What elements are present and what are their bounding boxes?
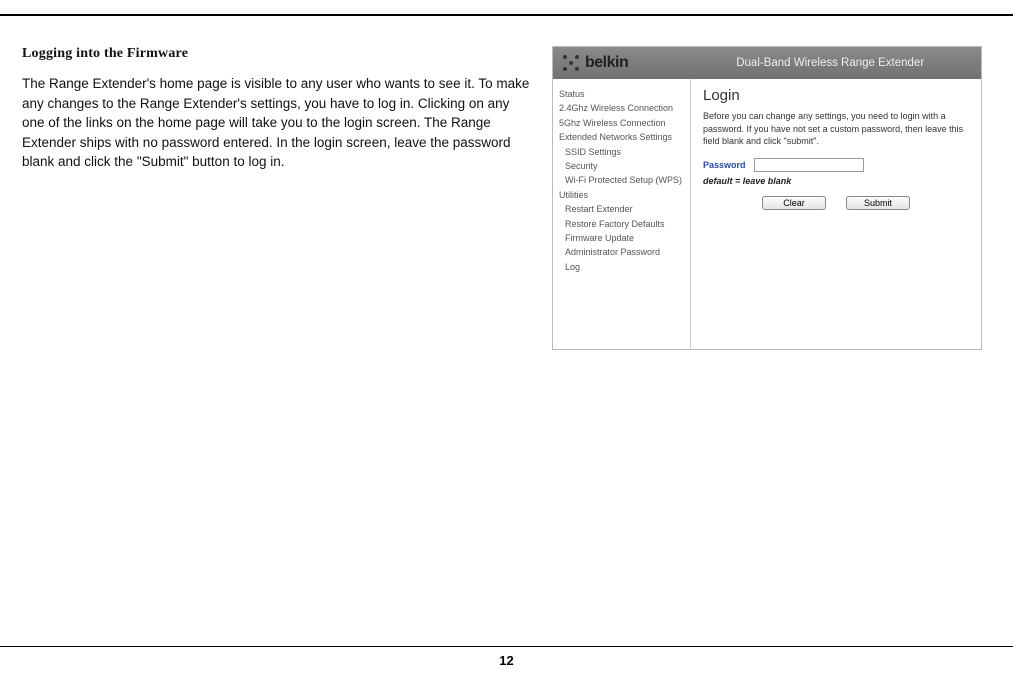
sidebar-item-admin-pw[interactable]: Administrator Password (559, 245, 686, 259)
password-label: Password (703, 160, 746, 170)
sidebar-item-restart[interactable]: Restart Extender (559, 202, 686, 216)
clear-button[interactable]: Clear (762, 196, 826, 210)
sidebar-item-wps[interactable]: Wi-Fi Protected Setup (WPS) (559, 173, 686, 187)
submit-button[interactable]: Submit (846, 196, 910, 210)
body-text: The Range Extender's home page is visibl… (22, 74, 532, 172)
login-desc: Before you can change any settings, you … (703, 110, 969, 148)
page-number: 12 (0, 646, 1013, 668)
login-title: Login (703, 87, 969, 104)
sidebar-item-24ghz[interactable]: 2.4Ghz Wireless Connection (559, 101, 686, 115)
sidebar: Status 2.4Ghz Wireless Connection 5Ghz W… (553, 79, 691, 349)
belkin-dots-icon (563, 55, 579, 71)
sidebar-item-utilities[interactable]: Utilities (559, 188, 686, 202)
sidebar-item-security[interactable]: Security (559, 159, 686, 173)
sidebar-item-extended[interactable]: Extended Networks Settings (559, 130, 686, 144)
sidebar-item-firmware[interactable]: Firmware Update (559, 231, 686, 245)
header-title: Dual-Band Wireless Range Extender (736, 57, 924, 69)
sidebar-item-ssid[interactable]: SSID Settings (559, 145, 686, 159)
sidebar-item-restore[interactable]: Restore Factory Defaults (559, 217, 686, 231)
sidebar-item-5ghz[interactable]: 5Ghz Wireless Connection (559, 116, 686, 130)
brand-text: belkin (585, 54, 628, 72)
sidebar-item-status[interactable]: Status (559, 87, 686, 101)
router-header: belkin Dual-Band Wireless Range Extender (553, 47, 981, 79)
section-title: Logging into the Firmware (22, 46, 532, 62)
sidebar-item-log[interactable]: Log (559, 260, 686, 274)
main-panel: Login Before you can change any settings… (691, 79, 981, 349)
password-input[interactable] (754, 158, 864, 172)
router-ui-screenshot: belkin Dual-Band Wireless Range Extender… (552, 46, 982, 350)
default-note: default = leave blank (703, 176, 969, 186)
belkin-logo: belkin (563, 54, 628, 72)
